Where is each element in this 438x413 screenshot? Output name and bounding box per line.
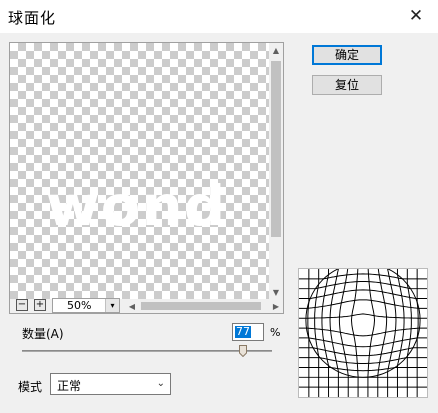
mode-select[interactable]: 正常 ⌄ [50, 373, 171, 395]
grid-line [299, 313, 427, 319]
grid-line [299, 337, 427, 348]
preview-panel: wond ▲ ▼ − + 50% ▾ ◀ ▶ [9, 42, 284, 314]
amount-slider-track[interactable] [22, 350, 272, 352]
amount-slider-thumb[interactable] [239, 345, 248, 357]
grid-line [299, 299, 427, 309]
scroll-down-icon[interactable]: ▼ [269, 285, 283, 299]
chevron-down-icon: ⌄ [156, 378, 165, 389]
zoom-in-button[interactable]: + [34, 299, 46, 311]
spherize-grid-preview [298, 268, 428, 398]
amount-input[interactable]: 77 [232, 323, 264, 341]
zoom-level-value: 50% [67, 299, 92, 312]
title-bar: 球面化 ✕ [0, 0, 438, 33]
ok-button[interactable]: 确定 [312, 45, 382, 65]
scroll-right-icon[interactable]: ▶ [269, 299, 283, 313]
grid-line [299, 327, 427, 337]
preview-toolbar: − + 50% ▾ ◀ ▶ [10, 298, 283, 313]
zoom-level-select[interactable]: 50% ▾ [52, 298, 120, 313]
preview-canvas[interactable]: wond [10, 43, 269, 299]
zoom-out-button[interactable]: − [16, 299, 28, 311]
sphere-outline [305, 269, 421, 378]
close-icon[interactable]: ✕ [404, 4, 428, 28]
horizontal-scrollbar[interactable]: ◀ ▶ [125, 299, 283, 313]
vertical-scrollbar[interactable]: ▲ ▼ [269, 43, 283, 299]
preview-text: wond [46, 173, 227, 239]
amount-value: 77 [235, 325, 251, 338]
mode-label: 模式 [18, 380, 43, 394]
amount-label: 数量(A) [22, 327, 64, 341]
mode-value: 正常 [57, 379, 82, 393]
reset-button[interactable]: 复位 [312, 75, 382, 95]
chevron-down-icon[interactable]: ▾ [105, 299, 119, 312]
scroll-up-icon[interactable]: ▲ [269, 43, 283, 57]
dialog-title: 球面化 [8, 9, 57, 27]
percent-unit: % [270, 326, 281, 339]
scroll-left-icon[interactable]: ◀ [125, 299, 139, 313]
horizontal-scroll-thumb[interactable] [141, 302, 261, 310]
vertical-scroll-thumb[interactable] [271, 61, 281, 237]
grid-line [299, 289, 427, 300]
